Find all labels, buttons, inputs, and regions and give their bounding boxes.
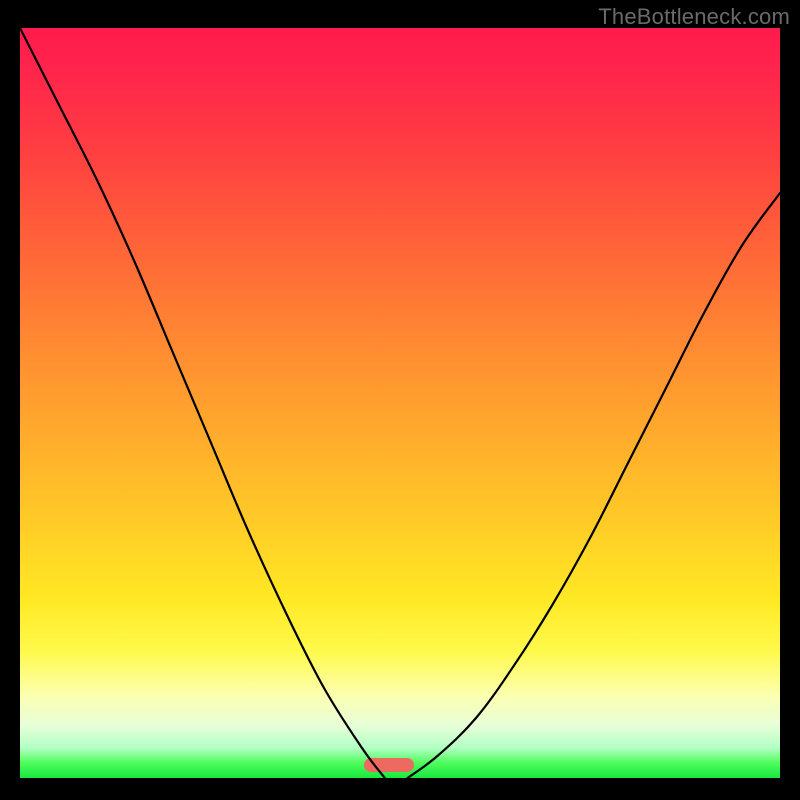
bottleneck-curve	[20, 28, 780, 778]
bottleneck-right-branch-path	[408, 193, 780, 778]
chart-plot-area	[20, 28, 780, 778]
bottleneck-left-branch-path	[20, 28, 385, 778]
watermark-text: TheBottleneck.com	[598, 4, 790, 30]
